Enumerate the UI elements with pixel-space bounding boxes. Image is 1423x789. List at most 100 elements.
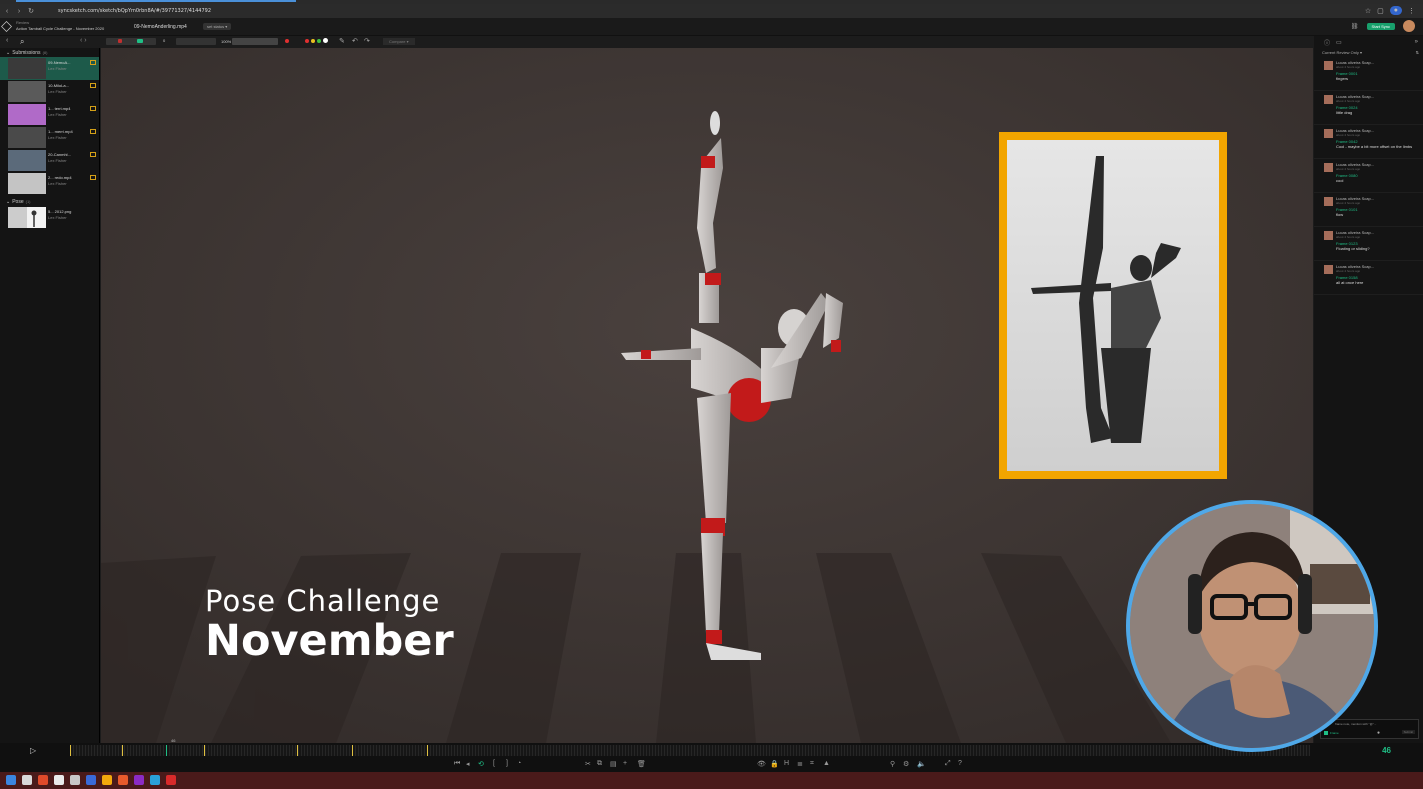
bookmark-star-icon[interactable]: ☆ [1365, 7, 1371, 15]
opacity-slider[interactable] [232, 38, 278, 45]
back-icon[interactable]: ‹ [2, 8, 12, 15]
comment-marker[interactable] [70, 745, 71, 756]
opacity-value[interactable]: 100% [221, 39, 231, 44]
comments-icon[interactable]: ▭ [1336, 39, 1342, 46]
app-icon[interactable] [22, 775, 32, 785]
settings-icon[interactable]: ⚙ [903, 760, 909, 768]
app-icon[interactable] [54, 775, 64, 785]
color-yellow[interactable] [311, 39, 315, 43]
submission-item[interactable]: 10-MiloLa... Lex Fisher [0, 80, 99, 103]
first-frame-icon[interactable]: ⏮ [454, 760, 460, 768]
pen-tools-group[interactable] [106, 38, 156, 45]
visibility-icon[interactable]: 👁 [757, 760, 766, 768]
microphone-icon[interactable]: ● [1377, 730, 1380, 736]
sort-icon[interactable]: ⇅ [1416, 50, 1419, 55]
timeline-track[interactable] [70, 745, 1310, 756]
submission-item[interactable]: 2... redo.mp4 Lex Fisher [0, 172, 99, 195]
comment-indicator-icon[interactable] [90, 60, 96, 65]
url-field[interactable]: syncsketch.com/sketch/bQpYm0rbn8A/#/3977… [58, 8, 211, 14]
volume-icon[interactable]: 🔈 [917, 760, 926, 768]
color-white[interactable] [323, 38, 328, 43]
info-icon[interactable]: ⓘ [1324, 38, 1330, 47]
app-icon[interactable] [166, 775, 176, 785]
speed-icon[interactable]: ◔ [517, 760, 521, 767]
comment-input-box[interactable]: frame note, mention with "@"... Frame ● … [1320, 719, 1419, 739]
user-avatar[interactable] [1403, 20, 1415, 32]
syncsketch-logo-icon[interactable] [1, 21, 12, 32]
comment-marker[interactable] [297, 745, 298, 756]
submit-button[interactable]: Submit [1401, 730, 1415, 734]
active-browser-tab[interactable] [16, 0, 296, 2]
comment-indicator-icon[interactable] [90, 175, 96, 180]
collapse-panel-icon[interactable]: » [1415, 39, 1418, 45]
comment-indicator-icon[interactable] [90, 129, 96, 134]
submission-item[interactable]: 09-NemoA... Lex Fisher [0, 57, 99, 80]
tool-green-icon[interactable] [137, 39, 143, 43]
comment-marker[interactable] [352, 745, 353, 756]
h-flip-icon[interactable]: H [784, 760, 789, 767]
ghost-icon[interactable]: ▲ [823, 760, 830, 767]
lock-icon[interactable]: 🔒 [770, 760, 779, 768]
pose-section-header[interactable]: ⌄ Pose (1) [0, 197, 99, 206]
current-file-name[interactable]: 09-NemoAnderling.mp4 [134, 24, 187, 30]
set-status-dropdown[interactable]: set status ▾ [203, 23, 232, 30]
copy-icon[interactable]: ⧉ [597, 760, 602, 768]
forward-icon[interactable]: › [14, 8, 24, 15]
comment-marker[interactable] [122, 745, 123, 756]
add-frame-icon[interactable]: + [623, 760, 627, 767]
comment-item[interactable]: Lucas oliveira Scap... about 4 hours ago F… [1314, 159, 1423, 193]
frame-toggle[interactable]: Frame [1324, 731, 1339, 735]
submission-item[interactable]: 1... terri.mp4 Lex Fisher [0, 103, 99, 126]
comment-item[interactable]: Lucas oliveira Scap... about 4 hours ago F… [1314, 193, 1423, 227]
in-point-icon[interactable]: [ [493, 760, 495, 767]
play-icon[interactable]: ▷ [30, 746, 36, 755]
search-icon[interactable]: ⌕ [20, 37, 24, 47]
reload-icon[interactable]: ↻ [26, 7, 36, 15]
prev-next-arrows[interactable]: ‹ › [80, 37, 87, 44]
layers-icon[interactable]: ≣ [797, 760, 803, 768]
loop-icon[interactable]: ⟲ [478, 760, 484, 768]
delete-icon[interactable]: 🗑 [637, 760, 646, 768]
eyedropper-icon[interactable]: ✎ [339, 37, 345, 45]
app-icon[interactable] [102, 775, 112, 785]
app-icon[interactable] [150, 775, 160, 785]
comment-item[interactable]: Lucas oliveira Scap... about 4 hours ago F… [1314, 227, 1423, 261]
comment-marker[interactable] [427, 745, 428, 756]
timeline[interactable]: ▷ 46 46 [0, 738, 1423, 758]
color-green[interactable] [317, 39, 321, 43]
collapse-chevron-icon[interactable]: ⌄ [6, 50, 10, 56]
comment-item[interactable]: Lucas oliveira Scap... about 4 hours ago F… [1314, 57, 1423, 91]
note-input[interactable]: frame note, mention with "@"... [1321, 720, 1418, 728]
undo-icon[interactable]: ↶ [352, 37, 358, 45]
submission-item[interactable]: 1... merri.mp4 Lex Fisher [0, 126, 99, 149]
link-icon[interactable]: ⛓ [1351, 23, 1359, 30]
extensions-icon[interactable]: ▢ [1377, 7, 1384, 15]
app-icon[interactable] [70, 775, 80, 785]
out-point-icon[interactable]: ] [506, 760, 508, 767]
brush-size-slider[interactable] [176, 38, 216, 45]
submissions-section-header[interactable]: ⌄ Submissions (8) [0, 48, 99, 57]
paste-icon[interactable]: ▤ [610, 760, 617, 768]
collapse-chevron-icon[interactable]: ⌄ [6, 199, 10, 205]
comment-marker[interactable] [204, 745, 205, 756]
compare-dropdown[interactable]: Compare ▾ [383, 38, 415, 45]
crop-icon[interactable]: ⌗ [810, 760, 814, 768]
comment-filter[interactable]: Current Review Only ▾ ⇅ [1314, 48, 1423, 57]
fullscreen-icon[interactable]: ⤢ [945, 760, 951, 768]
brush-size-value[interactable]: 0 [163, 38, 165, 43]
comment-indicator-icon[interactable] [90, 152, 96, 157]
color-red[interactable] [305, 39, 309, 43]
submission-item[interactable]: 20-Canmhl... Lex Fisher [0, 149, 99, 172]
tool-red-icon[interactable] [118, 39, 122, 43]
pose-item[interactable]: 5... 2012.png Lex Fisher [0, 206, 99, 229]
zoom-icon[interactable]: ⚲ [890, 760, 895, 768]
redo-icon[interactable]: ↷ [364, 37, 370, 45]
prev-frame-icon[interactable]: ◂ [466, 760, 470, 768]
comment-indicator-icon[interactable] [90, 83, 96, 88]
app-icon[interactable] [38, 775, 48, 785]
comment-item[interactable]: Lucas oliveira Scap... about 4 hours ago F… [1314, 125, 1423, 159]
start-icon[interactable] [6, 775, 16, 785]
record-icon[interactable] [285, 39, 289, 43]
nav-left-icon[interactable]: ‹ [6, 37, 8, 44]
current-frame-number[interactable]: 46 [1382, 746, 1391, 755]
